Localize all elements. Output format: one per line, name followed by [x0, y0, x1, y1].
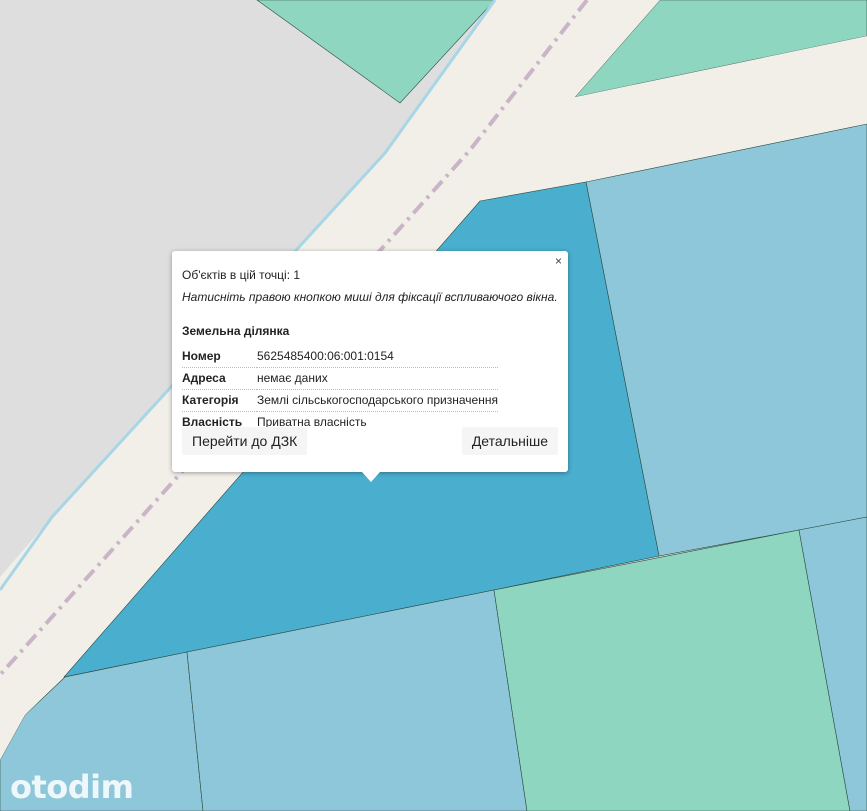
section-title: Земельна ділянка — [182, 324, 290, 338]
map-canvas[interactable]: × Об'єктів в цій точці: 1 Натисніть прав… — [0, 0, 867, 811]
attribute-row: Категорія Землі сільськогосподарського п… — [182, 389, 498, 412]
popup-actions: Перейти до ДЗК Детальніше — [182, 427, 558, 455]
attribute-key: Номер — [182, 346, 257, 368]
attribute-key: Адреса — [182, 367, 257, 390]
popup-hint: Натисніть правою кнопкою миші для фіксац… — [182, 290, 558, 304]
attribute-value: 5625485400:06:001:0154 — [257, 346, 498, 368]
parcel-attributes: Номер 5625485400:06:001:0154 Адреса нема… — [182, 346, 498, 433]
watermark-logo: otodim — [10, 768, 134, 806]
details-button[interactable]: Детальніше — [461, 427, 558, 455]
attribute-key: Категорія — [182, 389, 257, 412]
attribute-row: Номер 5625485400:06:001:0154 — [182, 346, 498, 368]
go-to-dzk-button[interactable]: Перейти до ДЗК — [182, 427, 308, 455]
popup-tip — [362, 472, 380, 482]
attribute-value: немає даних — [257, 367, 498, 390]
attribute-row: Адреса немає даних — [182, 367, 498, 390]
parcel-info-popup: × Об'єктів в цій точці: 1 Натисніть прав… — [172, 251, 568, 482]
objects-count: Об'єктів в цій точці: 1 — [182, 268, 301, 282]
attribute-value: Землі сільськогосподарського призначення — [257, 389, 498, 412]
close-icon[interactable]: × — [555, 255, 562, 267]
